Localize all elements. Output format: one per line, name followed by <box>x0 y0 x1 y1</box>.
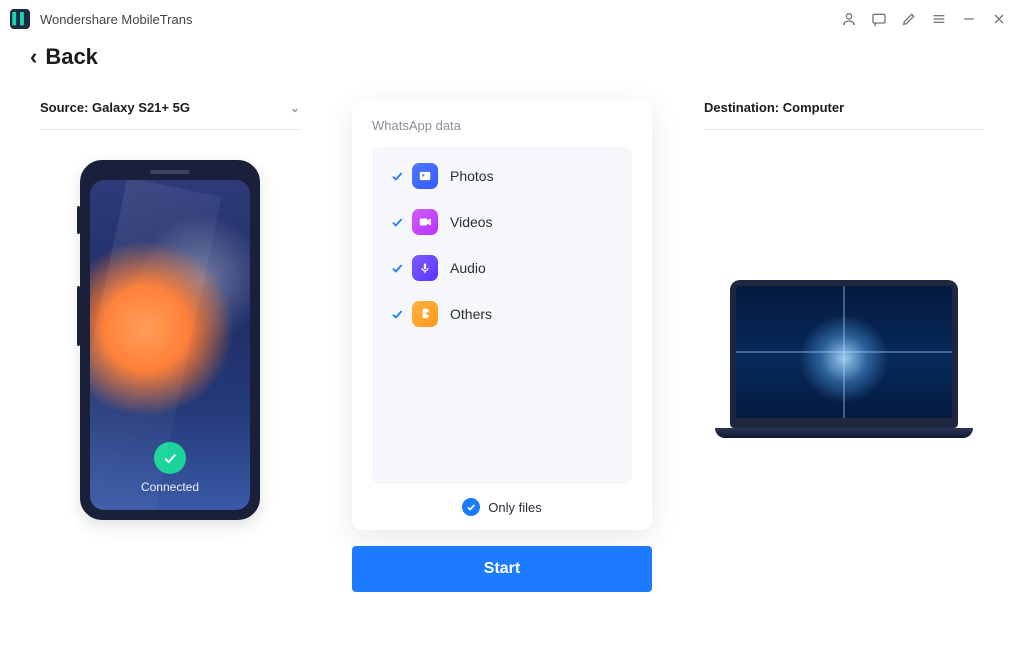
center-column: WhatsApp data Photos Videos Audio <box>352 100 652 592</box>
check-icon <box>386 261 408 275</box>
data-item-videos[interactable]: Videos <box>382 199 622 245</box>
data-item-photos[interactable]: Photos <box>382 153 622 199</box>
minimize-icon[interactable] <box>954 4 984 34</box>
chevron-left-icon: ‹ <box>30 44 37 70</box>
radio-checked-icon <box>462 498 480 516</box>
photos-icon <box>412 163 438 189</box>
videos-icon <box>412 209 438 235</box>
destination-device-name: Computer <box>783 100 844 115</box>
item-label: Others <box>450 306 492 322</box>
data-item-audio[interactable]: Audio <box>382 245 622 291</box>
edit-icon[interactable] <box>894 4 924 34</box>
only-files-label: Only files <box>488 500 541 515</box>
message-icon[interactable] <box>864 4 894 34</box>
item-label: Audio <box>450 260 486 276</box>
back-label: Back <box>45 44 98 70</box>
source-column: Source: Galaxy S21+ 5G ⌄ Connected <box>40 100 300 520</box>
source-prefix: Source: <box>40 100 92 115</box>
check-icon <box>386 169 408 183</box>
menu-icon[interactable] <box>924 4 954 34</box>
source-device-name: Galaxy S21+ 5G <box>92 100 190 115</box>
close-icon[interactable] <box>984 4 1014 34</box>
item-label: Photos <box>450 168 494 184</box>
source-device-selector[interactable]: Source: Galaxy S21+ 5G ⌄ <box>40 100 300 130</box>
destination-prefix: Destination: <box>704 100 783 115</box>
data-type-list: Photos Videos Audio Others <box>372 147 632 484</box>
laptop-mockup <box>724 280 964 438</box>
chevron-down-icon: ⌄ <box>290 101 300 115</box>
data-item-others[interactable]: Others <box>382 291 622 337</box>
check-icon <box>386 307 408 321</box>
others-icon <box>412 301 438 327</box>
app-logo: ▌▌ <box>10 9 30 29</box>
account-icon[interactable] <box>834 4 864 34</box>
item-label: Videos <box>450 214 493 230</box>
app-title: Wondershare MobileTrans <box>40 12 192 27</box>
start-button[interactable]: Start <box>352 546 652 592</box>
check-icon <box>386 215 408 229</box>
phone-mockup: Connected <box>80 160 260 520</box>
back-button[interactable]: ‹ Back <box>0 38 1024 80</box>
destination-device-label: Destination: Computer <box>704 100 984 130</box>
title-bar: ▌▌ Wondershare MobileTrans <box>0 0 1024 38</box>
main-content: Source: Galaxy S21+ 5G ⌄ Connected Whats… <box>0 80 1024 640</box>
only-files-option[interactable]: Only files <box>372 484 632 516</box>
audio-icon <box>412 255 438 281</box>
card-title: WhatsApp data <box>372 118 632 133</box>
destination-column: Destination: Computer <box>704 100 984 438</box>
data-card: WhatsApp data Photos Videos Audio <box>352 100 652 530</box>
